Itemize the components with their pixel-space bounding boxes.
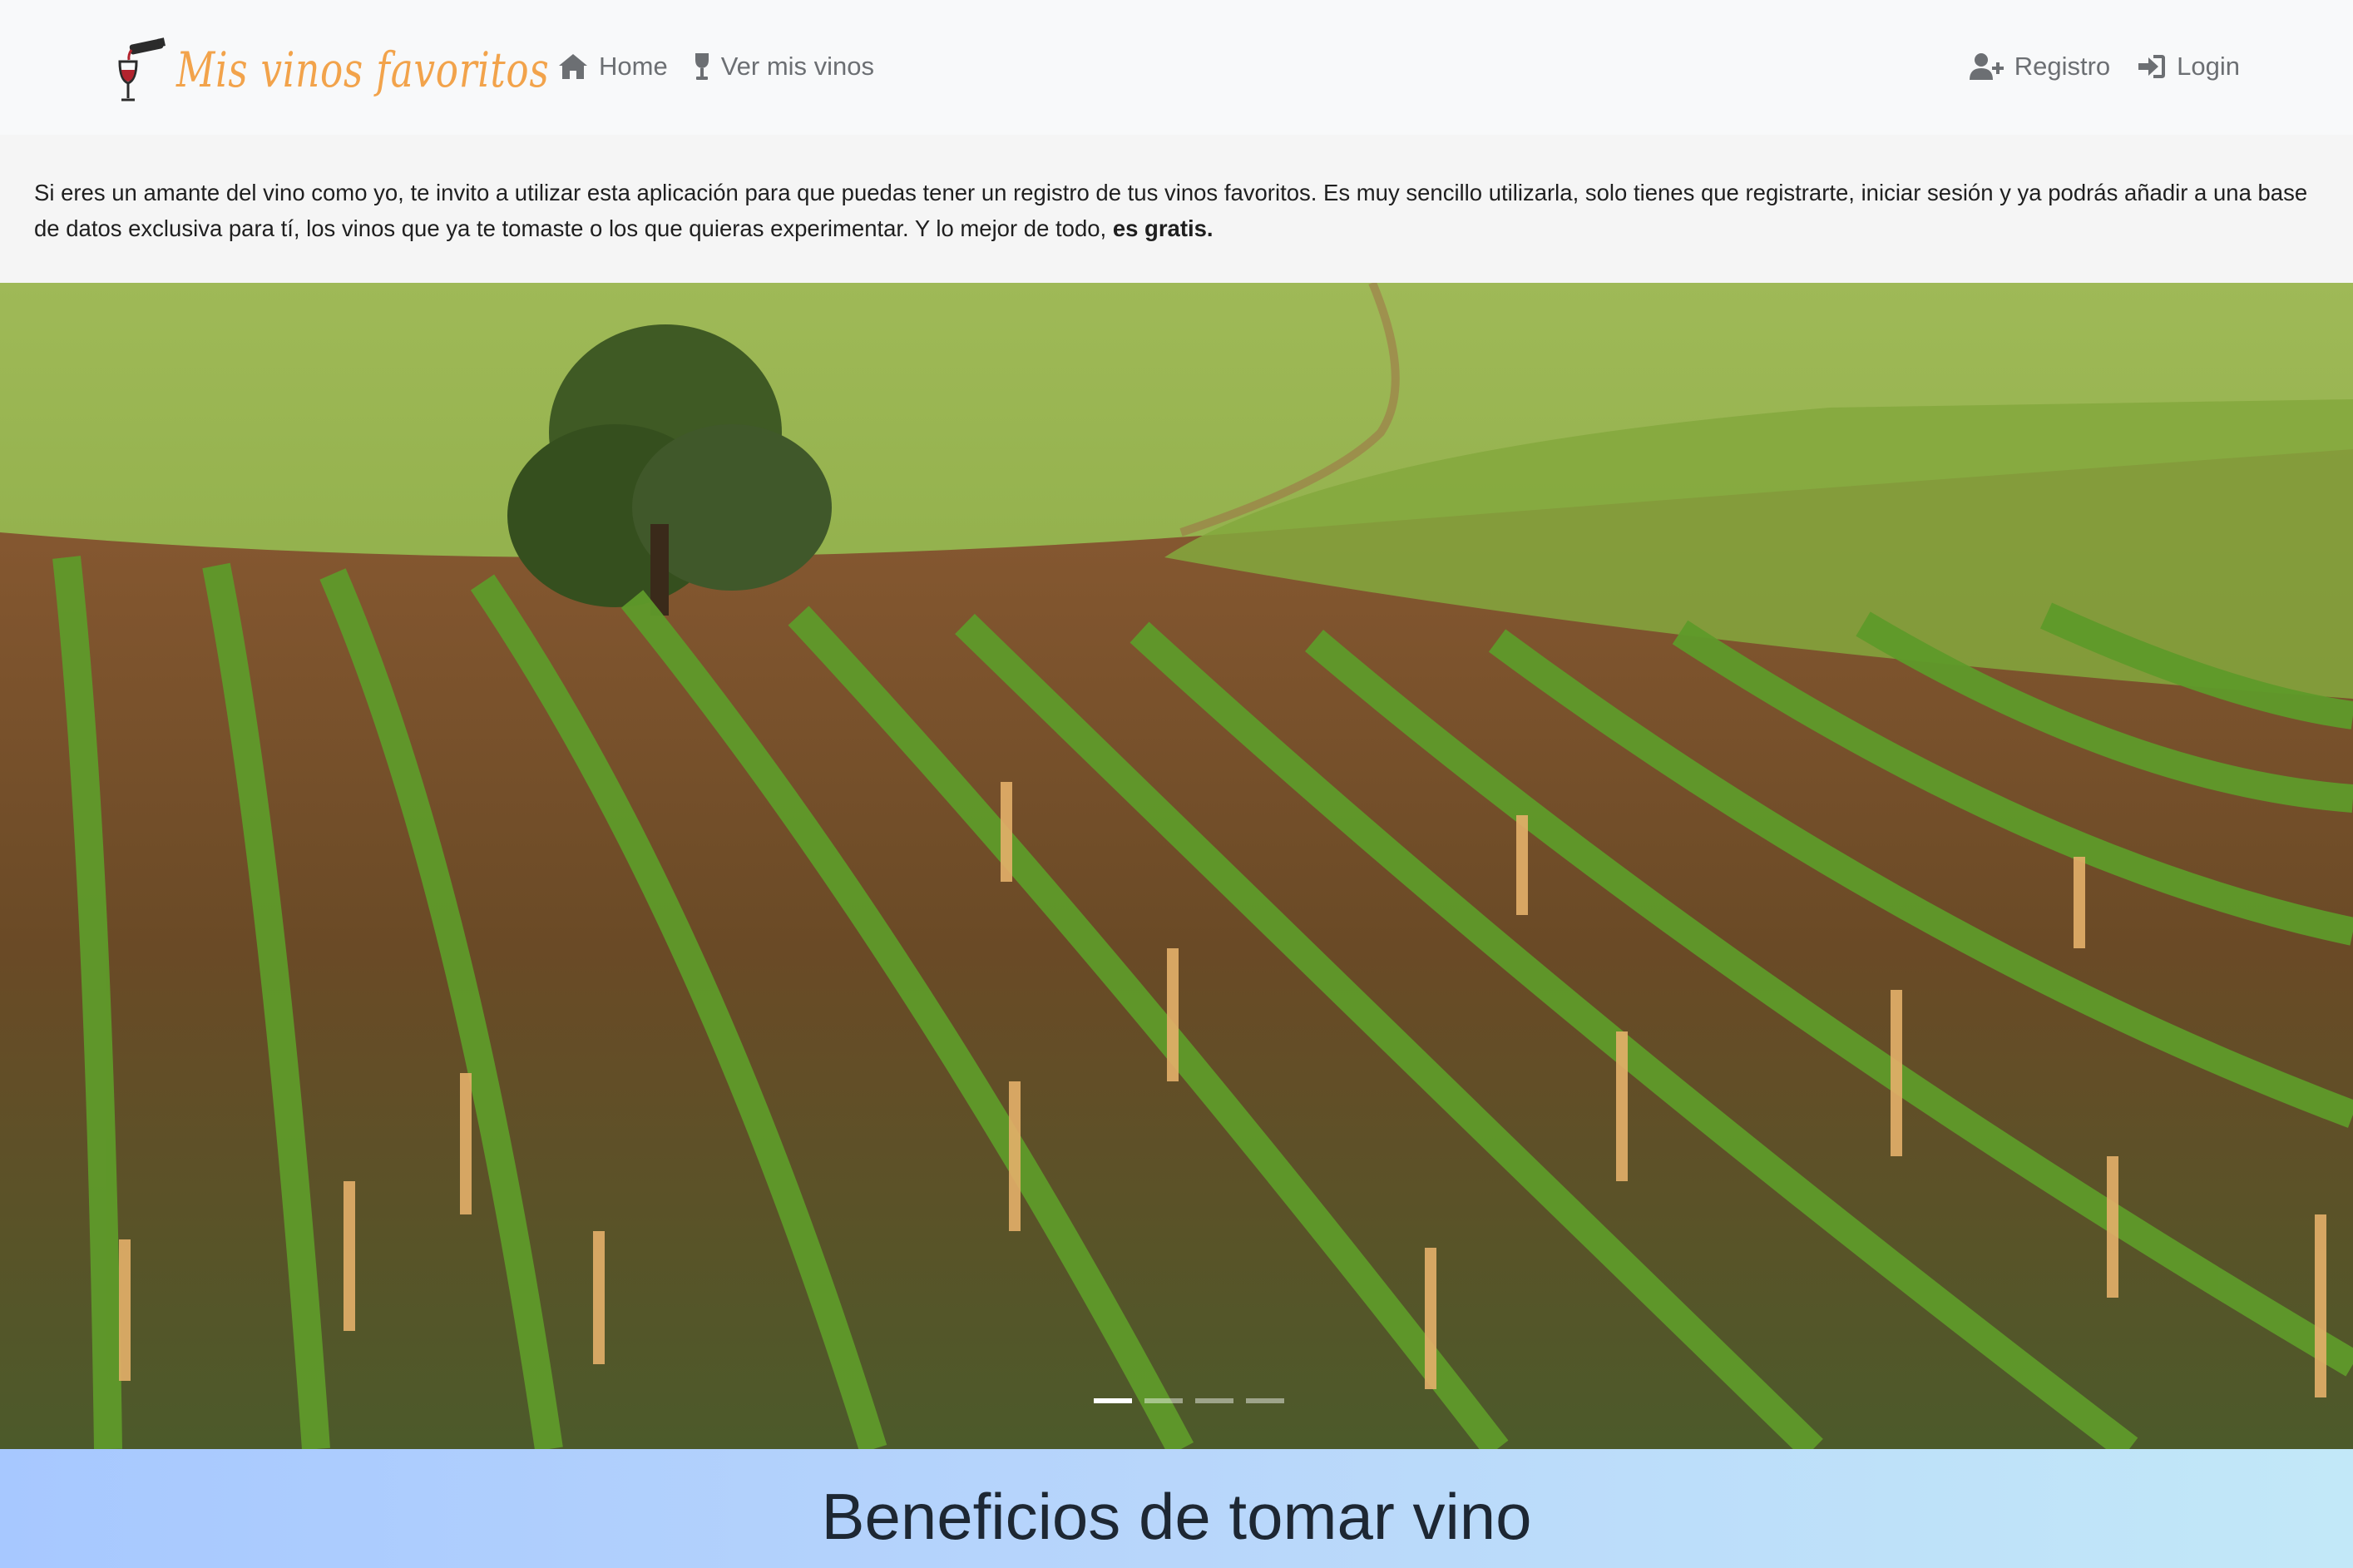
carousel-indicator-3[interactable] <box>1195 1398 1233 1403</box>
carousel-indicators <box>1094 1398 1284 1403</box>
intro-emphasis: es gratis. <box>1112 215 1214 241</box>
navbar: Mis vinos favoritos Home Ver mis vinos R… <box>0 0 2353 135</box>
nav-home[interactable]: Home <box>557 43 668 90</box>
nav-login-label: Login <box>2177 52 2240 81</box>
wine-bottle-logo-icon <box>118 37 166 101</box>
user-plus-icon <box>1969 53 2004 80</box>
nav-registro[interactable]: Registro <box>1969 43 2111 90</box>
brand-name: Mis vinos favoritos <box>176 42 550 98</box>
nav-ver-mis-vinos[interactable]: Ver mis vinos <box>693 43 874 90</box>
benefits-section: Beneficios de tomar vino <box>0 1449 2353 1568</box>
intro-text: Si eres un amante del vino como yo, te i… <box>34 175 2321 246</box>
carousel-indicator-2[interactable] <box>1144 1398 1183 1403</box>
wine-glass-icon <box>695 53 709 80</box>
sign-in-icon <box>2138 55 2166 78</box>
carousel-indicator-1[interactable] <box>1094 1398 1132 1403</box>
home-icon <box>559 54 587 79</box>
nav-left: Home Ver mis vinos <box>557 43 874 90</box>
hero-carousel[interactable] <box>0 283 2353 1449</box>
vineyard-image <box>0 283 2353 1449</box>
nav-login[interactable]: Login <box>2137 43 2240 90</box>
carousel-indicator-4[interactable] <box>1246 1398 1284 1403</box>
intro-section: Si eres un amante del vino como yo, te i… <box>0 135 2353 283</box>
nav-home-label: Home <box>599 52 668 81</box>
benefits-title: Beneficios de tomar vino <box>821 1480 1532 1553</box>
nav-ver-mis-vinos-label: Ver mis vinos <box>720 52 875 81</box>
nav-registro-label: Registro <box>2014 52 2111 81</box>
nav-right: Registro Login <box>1969 43 2240 90</box>
